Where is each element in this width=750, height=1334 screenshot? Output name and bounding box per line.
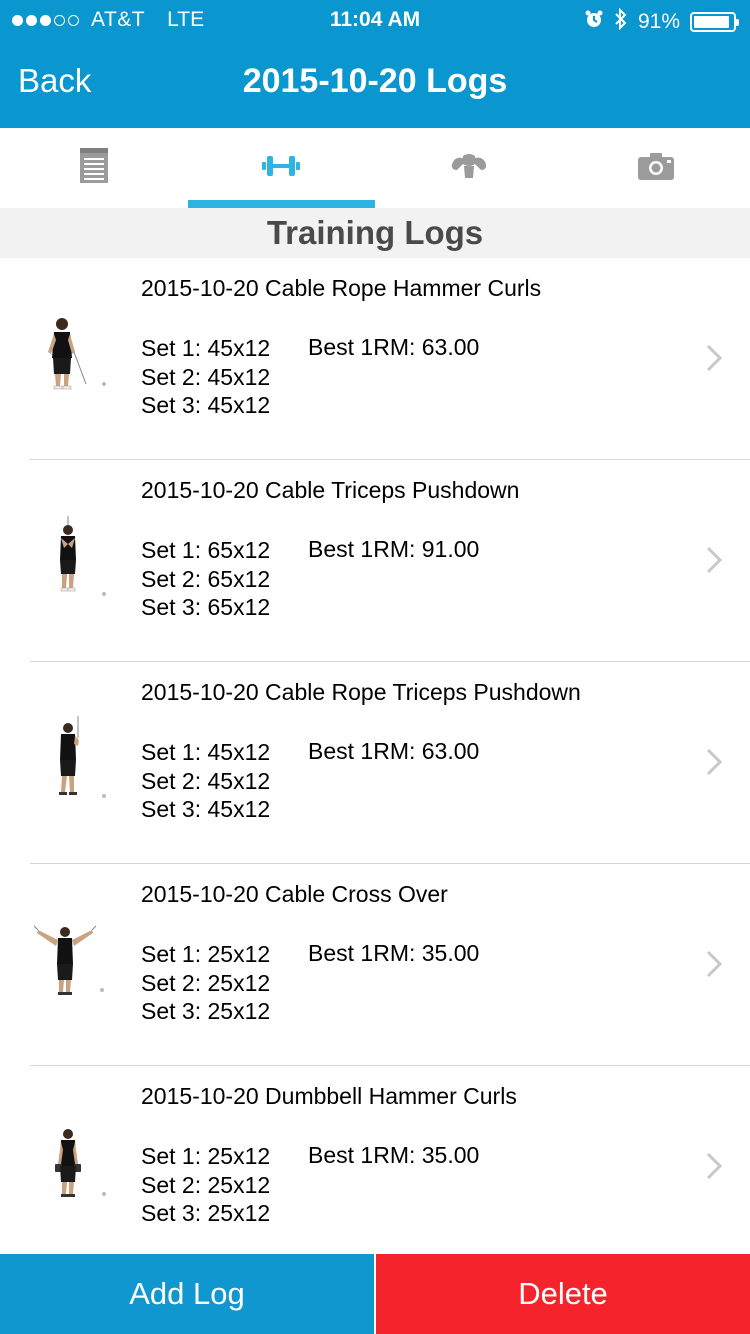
log-title: 2015-10-20 Cable Rope Triceps Pushdown xyxy=(141,679,581,705)
battery-icon xyxy=(690,12,739,32)
set-line: Set 2: 25x12 xyxy=(141,1171,271,1198)
tab-bar xyxy=(0,128,750,208)
set-line: Set 1: 25x12 xyxy=(141,1143,271,1169)
exercise-figure-icon xyxy=(34,716,118,816)
set-line: Set 2: 45x12 xyxy=(141,767,271,794)
log-sets: Set 1: 65x12 Set 2: 65x12 Set 3: 65x12 xyxy=(141,536,270,622)
battery-percent: 91% xyxy=(637,10,680,33)
section-title: Training Logs xyxy=(0,208,750,258)
tab-notes[interactable] xyxy=(0,128,188,208)
tab-photos[interactable] xyxy=(563,128,750,208)
exercise-figure-icon xyxy=(34,312,118,412)
list-item[interactable]: 2015-10-20 Cable Rope Hammer Curls Set 1… xyxy=(0,258,750,460)
notepad-icon xyxy=(79,147,109,189)
set-line: Set 1: 65x12 xyxy=(141,537,271,563)
log-title: 2015-10-20 Dumbbell Hammer Curls xyxy=(141,1083,517,1109)
best-1rm: Best 1RM: 91.00 xyxy=(308,536,480,562)
chevron-right-icon xyxy=(706,950,723,978)
log-title: 2015-10-20 Cable Cross Over xyxy=(141,881,448,907)
add-log-button[interactable]: Add Log xyxy=(0,1254,374,1334)
set-line: Set 2: 65x12 xyxy=(141,565,271,592)
set-line: Set 3: 45x12 xyxy=(141,392,271,418)
log-sets: Set 1: 45x12 Set 2: 45x12 Set 3: 45x12 xyxy=(141,738,270,824)
chevron-right-icon xyxy=(706,344,723,372)
set-line: Set 1: 45x12 xyxy=(141,739,271,765)
set-line: Set 2: 45x12 xyxy=(141,363,271,390)
list-item[interactable]: 2015-10-20 Cable Triceps Pushdown Set 1:… xyxy=(0,460,750,662)
exercise-figure-icon xyxy=(34,1120,118,1220)
tab-training-logs[interactable] xyxy=(187,128,376,208)
training-log-list: 2015-10-20 Cable Rope Hammer Curls Set 1… xyxy=(0,258,750,1254)
delete-button[interactable]: Delete xyxy=(376,1254,750,1334)
best-1rm: Best 1RM: 63.00 xyxy=(308,334,480,360)
set-line: Set 1: 25x12 xyxy=(141,941,271,967)
log-title: 2015-10-20 Cable Rope Hammer Curls xyxy=(141,275,542,301)
alarm-icon xyxy=(584,9,604,35)
chevron-right-icon xyxy=(706,546,723,574)
list-item[interactable]: 2015-10-20 Dumbbell Hammer Curls Set 1: … xyxy=(0,1066,750,1254)
set-line: Set 3: 65x12 xyxy=(141,594,271,620)
muscle-icon xyxy=(449,152,489,185)
best-1rm: Best 1RM: 35.00 xyxy=(308,1142,480,1168)
set-line: Set 2: 25x12 xyxy=(141,969,271,996)
set-line: Set 3: 45x12 xyxy=(141,796,271,822)
exercise-figure-icon xyxy=(33,918,118,1018)
log-title: 2015-10-20 Cable Triceps Pushdown xyxy=(141,477,520,503)
log-sets: Set 1: 25x12 Set 2: 25x12 Set 3: 25x12 xyxy=(141,940,270,1026)
page-title: 2015-10-20 Logs xyxy=(242,62,508,100)
status-right: 91% xyxy=(584,7,739,36)
list-item[interactable]: 2015-10-20 Cable Rope Triceps Pushdown S… xyxy=(0,662,750,864)
camera-icon xyxy=(638,152,675,185)
bottom-action-bar: Add Log Delete xyxy=(0,1254,750,1334)
tab-muscles[interactable] xyxy=(375,128,563,208)
best-1rm: Best 1RM: 63.00 xyxy=(308,738,480,764)
log-sets: Set 1: 45x12 Set 2: 45x12 Set 3: 45x12 xyxy=(141,334,270,420)
chevron-right-icon xyxy=(706,1152,723,1180)
log-sets: Set 1: 25x12 Set 2: 25x12 Set 3: 25x12 xyxy=(141,1142,270,1228)
list-item[interactable]: 2015-10-20 Cable Cross Over Set 1: 25x12… xyxy=(0,864,750,1066)
top-bar: AT&T LTE 11:04 AM 91% Back 2015-10-20 Lo… xyxy=(0,0,750,128)
chevron-right-icon xyxy=(706,748,723,776)
status-bar: AT&T LTE 11:04 AM 91% xyxy=(0,0,750,40)
best-1rm: Best 1RM: 35.00 xyxy=(308,940,480,966)
set-line: Set 3: 25x12 xyxy=(141,998,271,1024)
set-line: Set 1: 45x12 xyxy=(141,335,271,361)
set-line: Set 3: 25x12 xyxy=(141,1200,271,1226)
dumbbell-icon xyxy=(262,154,301,183)
exercise-figure-icon xyxy=(34,514,118,614)
bluetooth-icon xyxy=(614,7,628,36)
back-button[interactable]: Back xyxy=(18,62,91,100)
